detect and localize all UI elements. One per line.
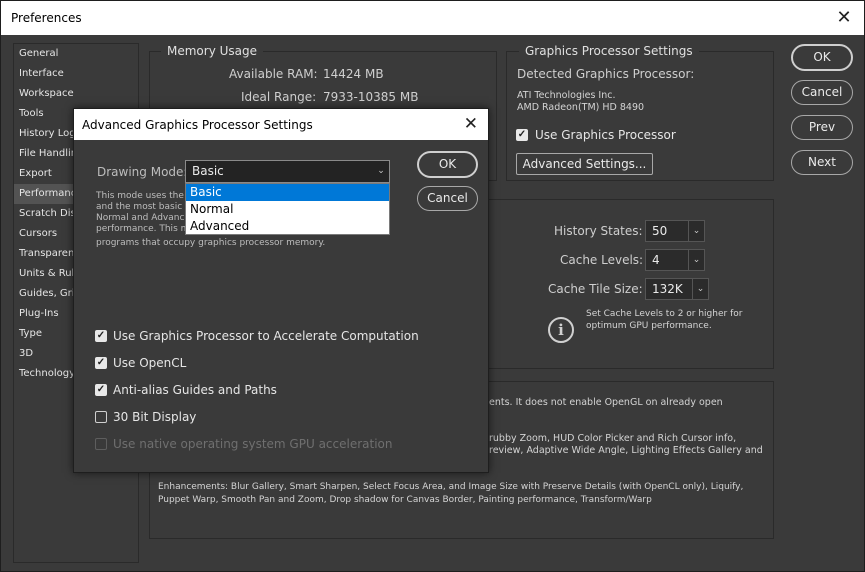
chevron-down-icon: ⌄ [377, 166, 385, 176]
next-button[interactable]: Next [791, 150, 853, 175]
ideal-range-label: Ideal Range: [241, 90, 317, 104]
chevron-down-icon: ⌄ [692, 279, 708, 299]
title-bar: Preferences ✕ [1, 1, 864, 35]
dropdown-option-normal[interactable]: Normal [186, 201, 389, 218]
dialog-title-bar: Advanced Graphics Processor Settings ✕ [74, 109, 488, 140]
accelerate-computation-checkbox[interactable]: ✓ [95, 330, 107, 342]
advanced-settings-button[interactable]: Advanced Settings... [516, 153, 653, 175]
close-icon[interactable]: ✕ [464, 114, 478, 134]
info-icon: i [548, 317, 574, 343]
dialog-ok-button[interactable]: OK [417, 151, 478, 178]
gpu-model: AMD Radeon(TM) HD 8490 [517, 102, 645, 113]
prev-button[interactable]: Prev [791, 115, 853, 140]
gpu-vendor: ATI Technologies Inc. [517, 90, 616, 101]
drawing-mode-select[interactable]: Basic ⌄ [185, 160, 390, 183]
history-states-label: History States: [554, 224, 643, 238]
dialog-cancel-button[interactable]: Cancel [417, 186, 478, 211]
enhancements-text: Enhancements: Blur Gallery, Smart Sharpe… [158, 482, 744, 505]
description-line-1: ents. It does not enable OpenGL on alrea… [489, 397, 723, 408]
use-gpu-checkbox[interactable]: ✓ [516, 129, 528, 141]
drawing-mode-desc-2: and the most basic G [96, 202, 192, 212]
cache-note: Set Cache Levels to 2 or higher for opti… [586, 309, 743, 331]
memory-usage-heading: Memory Usage [161, 44, 264, 58]
cancel-label: Cancel [801, 85, 843, 99]
detected-gpu-label: Detected Graphics Processor: [517, 67, 695, 81]
cache-tile-size-label: Cache Tile Size: [548, 282, 643, 296]
accelerate-computation-label: Use Graphics Processor to Accelerate Com… [113, 329, 419, 343]
cache-tile-size-select[interactable]: 132K ⌄ [645, 278, 709, 300]
advanced-settings-label: Advanced Settings... [522, 157, 647, 171]
native-gpu-acceleration-label: Use native operating system GPU accelera… [113, 437, 393, 451]
dialog-ok-label: OK [438, 157, 457, 171]
native-gpu-acceleration-checkbox [95, 438, 107, 450]
drawing-mode-label: Drawing Mode: [97, 165, 188, 179]
dialog-title: Advanced Graphics Processor Settings [82, 118, 313, 132]
anti-alias-checkbox[interactable]: ✓ [95, 384, 107, 396]
ok-label: OK [813, 50, 831, 64]
sidebar-item-workspace[interactable]: Workspace [14, 84, 138, 104]
sidebar-item-general[interactable]: General [14, 44, 138, 64]
available-ram-value: 14424 MB [323, 67, 384, 81]
drawing-mode-desc-4: performance. This m [96, 224, 190, 234]
use-opencl-checkbox[interactable]: ✓ [95, 357, 107, 369]
ok-button[interactable]: OK [791, 44, 853, 71]
cache-levels-select[interactable]: 4 ⌄ [645, 249, 705, 271]
drawing-mode-value: Basic [192, 164, 224, 178]
dialog-cancel-label: Cancel [427, 191, 468, 205]
ideal-range-value: 7933-10385 MB [323, 90, 419, 104]
window-title: Preferences [11, 11, 82, 25]
cache-tile-size-value: 132K [652, 282, 683, 296]
chevron-down-icon: ⌄ [688, 250, 704, 270]
close-icon[interactable]: ✕ [834, 7, 854, 28]
cache-levels-label: Cache Levels: [560, 253, 644, 267]
30-bit-display-checkbox[interactable] [95, 411, 107, 423]
history-states-value: 50 [652, 224, 668, 238]
available-ram-label: Available RAM: [229, 67, 318, 81]
30-bit-display-label: 30 Bit Display [113, 410, 197, 424]
history-states-select[interactable]: 50 ⌄ [645, 220, 705, 242]
anti-alias-label: Anti-alias Guides and Paths [113, 383, 277, 397]
dropdown-option-basic[interactable]: Basic [186, 184, 389, 201]
dropdown-option-advanced[interactable]: Advanced [186, 218, 389, 235]
sidebar-item-interface[interactable]: Interface [14, 64, 138, 84]
drawing-mode-desc-5: programs that occupy graphics processor … [96, 238, 326, 248]
cancel-button[interactable]: Cancel [791, 80, 853, 105]
drawing-mode-dropdown: Basic Normal Advanced [185, 183, 390, 235]
use-gpu-label: Use Graphics Processor [535, 128, 676, 142]
description-line-3: review, Adaptive Wide Angle, Lighting Ef… [489, 445, 763, 456]
use-opencl-label: Use OpenCL [113, 356, 187, 370]
drawing-mode-desc-1: This mode uses the [96, 191, 184, 201]
drawing-mode-desc-3: Normal and Advanc [96, 213, 185, 223]
chevron-down-icon: ⌄ [688, 221, 704, 241]
description-line-2: rubby Zoom, HUD Color Picker and Rich Cu… [489, 433, 737, 444]
gpu-settings-heading: Graphics Processor Settings [519, 44, 699, 58]
next-label: Next [808, 155, 836, 169]
prev-label: Prev [808, 120, 836, 134]
cache-levels-value: 4 [652, 253, 660, 267]
